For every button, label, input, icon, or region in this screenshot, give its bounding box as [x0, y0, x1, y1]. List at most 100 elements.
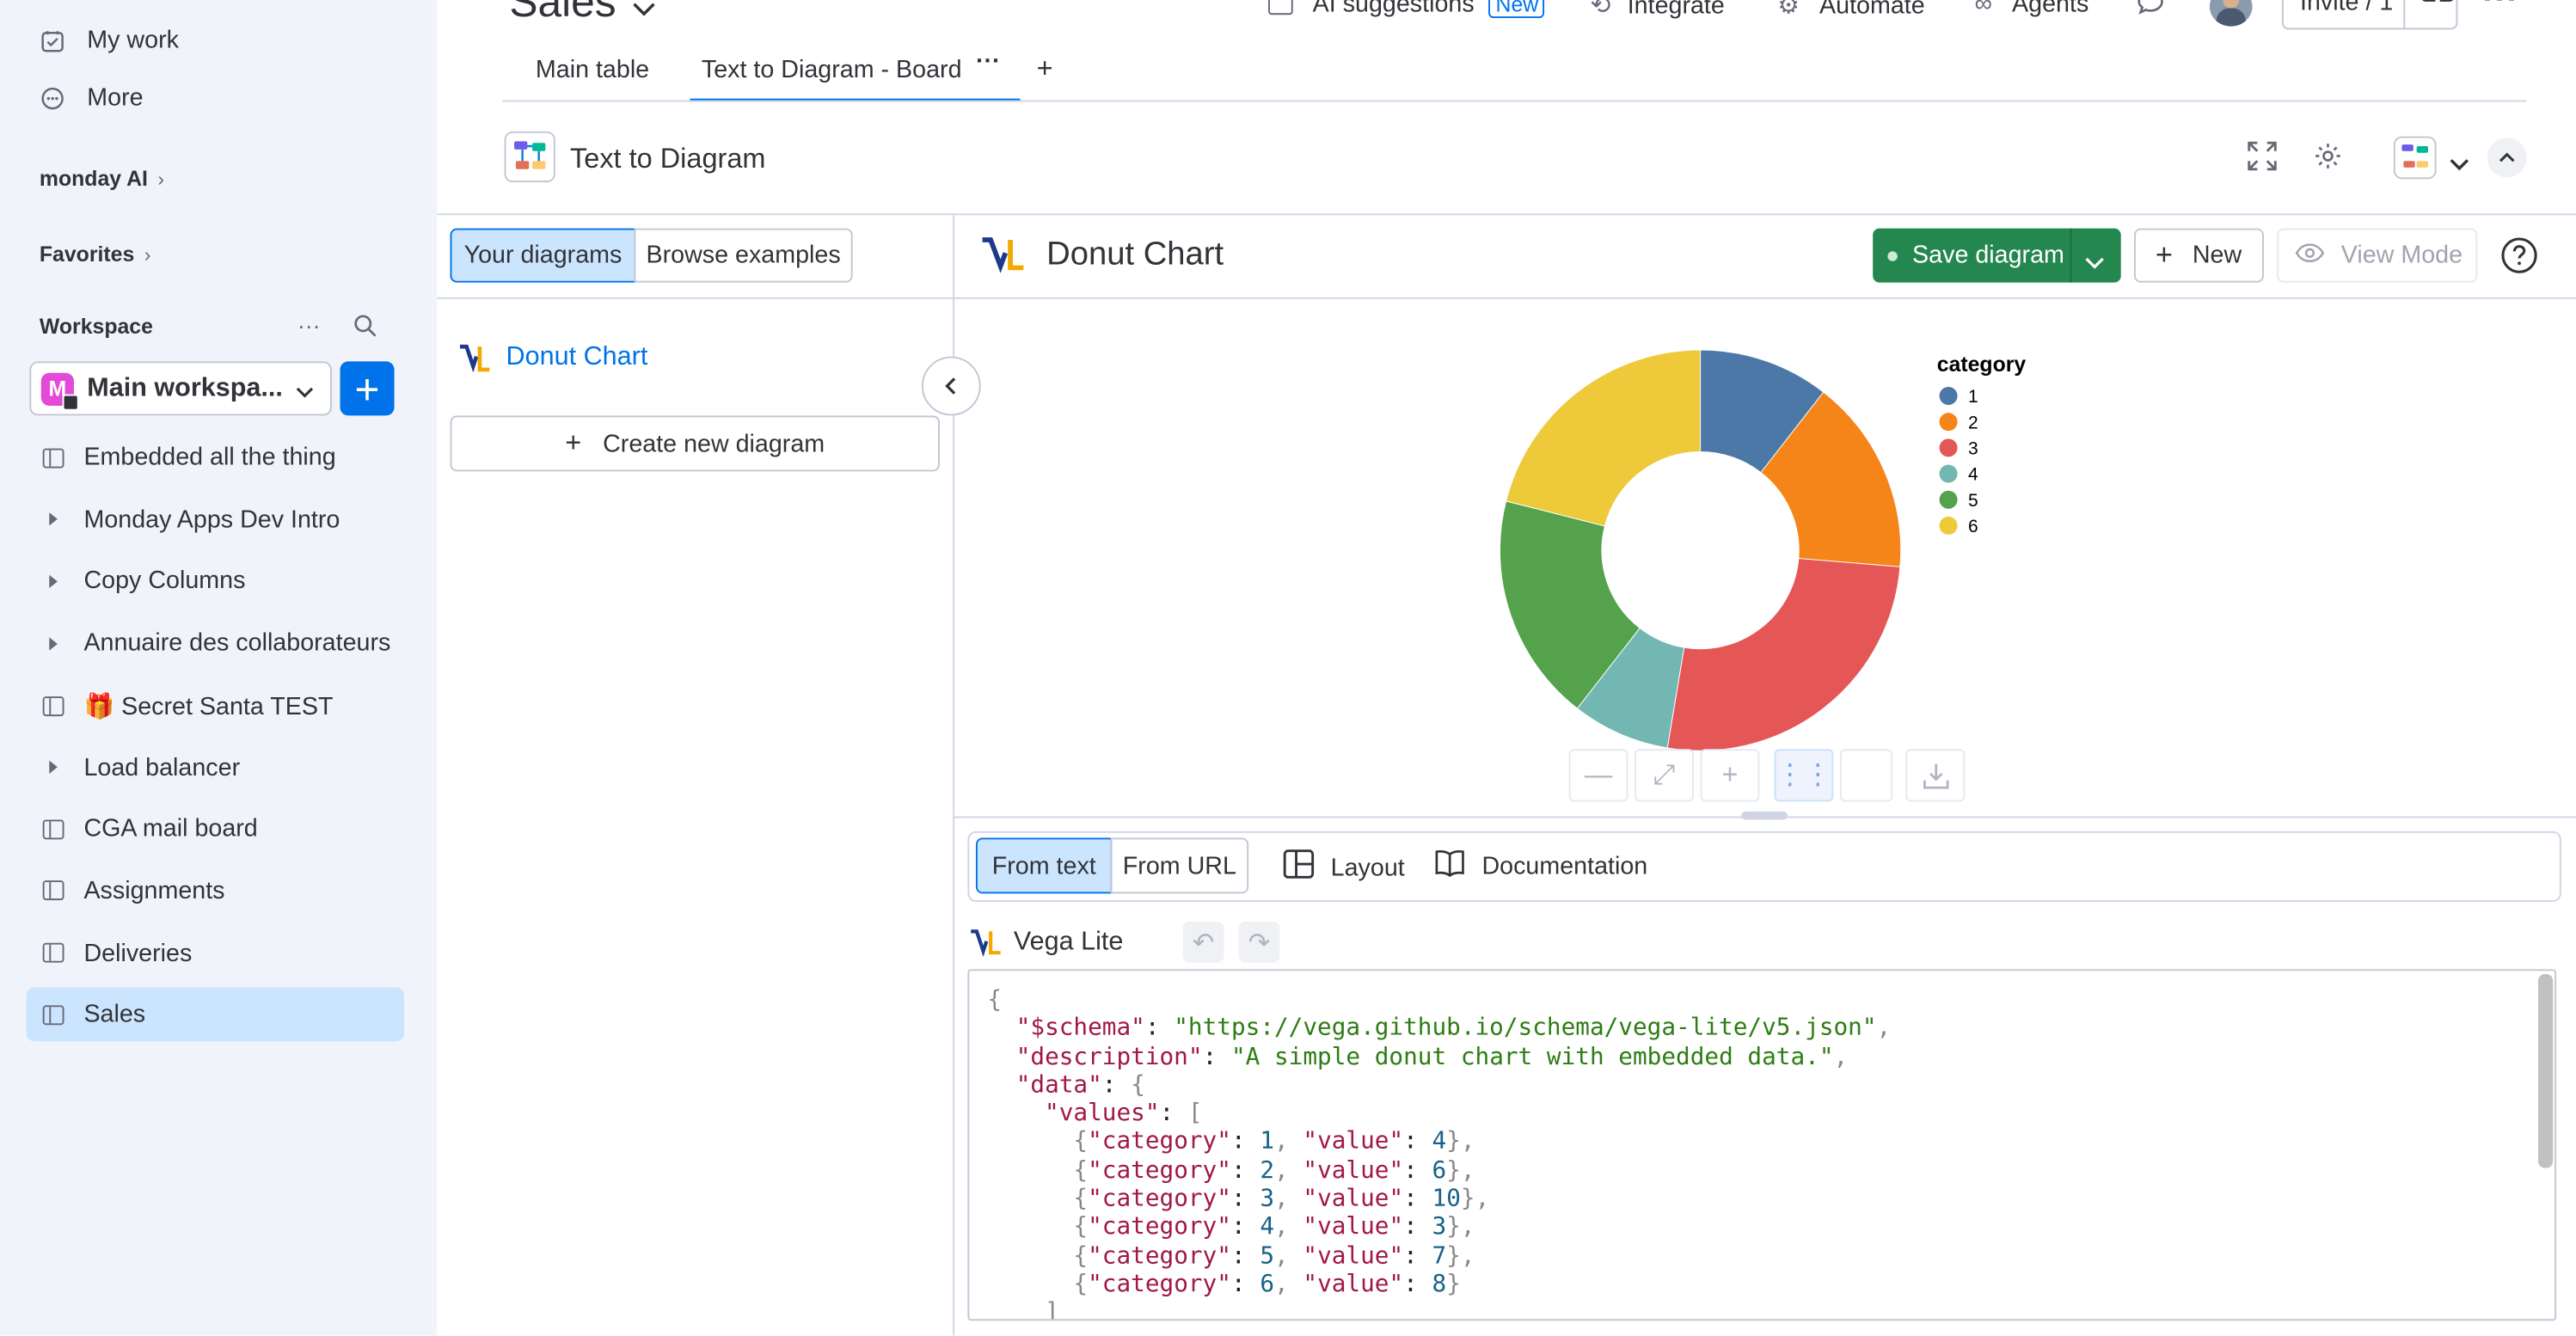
board-icon: [40, 696, 66, 716]
legend-label-1: 1: [1968, 387, 1978, 407]
sidebar-item-label: 🎁 Secret Santa TEST: [83, 692, 334, 721]
diagram-list-item-label: Donut Chart: [506, 343, 648, 371]
view-mode-button[interactable]: View Mode: [2277, 228, 2478, 283]
search-icon[interactable]: [353, 314, 378, 346]
add-item-button[interactable]: +: [340, 361, 395, 416]
help-icon[interactable]: [2500, 236, 2538, 282]
sidebar-item-sales[interactable]: Sales: [40, 1001, 146, 1029]
tab-your-diagrams[interactable]: Your diagrams: [450, 228, 636, 283]
tab-from-text[interactable]: From text: [975, 837, 1113, 894]
undo-button[interactable]: ↶: [1182, 921, 1224, 963]
legend-label-3: 3: [1968, 438, 1978, 458]
app-switcher-icon[interactable]: [2393, 136, 2437, 180]
tab-label: From URL: [1122, 851, 1236, 880]
sidebar-item-monday-apps-dev-intro[interactable]: Monday Apps Dev Intro: [40, 506, 340, 533]
sidebar-item-label: CGA mail board: [83, 815, 258, 843]
save-diagram-button[interactable]: Save diagram: [1873, 228, 2121, 283]
blank-tool-button[interactable]: [1839, 749, 1893, 802]
sidebar-item-label: Sales: [83, 1001, 146, 1029]
new-diagram-button[interactable]: + New: [2133, 228, 2264, 283]
tab-text-to-diagram[interactable]: Text to Diagram - Board: [702, 56, 962, 83]
sidebar: My work More monday AI › Favorites › Works…: [0, 0, 438, 1336]
language-label: Vega Lite: [1013, 928, 1124, 957]
integrate-icon: ⟲: [1590, 0, 1611, 20]
ai-suggestions-button[interactable]: AI suggestions New: [1268, 0, 1545, 18]
sidebar-item-secret-santa-test[interactable]: 🎁 Secret Santa TEST: [40, 691, 334, 721]
plus-icon: +: [1721, 758, 1739, 791]
legend-title: category: [1937, 353, 2027, 377]
chevron-down-icon[interactable]: [2085, 248, 2105, 276]
tab-options-icon[interactable]: ···: [976, 47, 1001, 75]
add-view-icon[interactable]: +: [1037, 52, 1053, 85]
sidebar-item-load-balancer[interactable]: Load balancer: [40, 753, 240, 781]
zoom-in-button[interactable]: +: [1700, 749, 1760, 802]
code-editor[interactable]: { "$schema": "https://vega.github.io/sch…: [967, 969, 2557, 1321]
chevron-down-icon[interactable]: [2450, 150, 2469, 179]
code-content[interactable]: { "$schema": "https://vega.github.io/sch…: [987, 987, 1891, 1319]
integrate-button[interactable]: ⟲ Integrate: [1591, 0, 1725, 20]
download-icon: [1923, 763, 1948, 788]
legend-label-2: 2: [1968, 413, 1978, 432]
documentation-button[interactable]: Documentation: [1434, 849, 1647, 884]
zoom-out-button[interactable]: —: [1568, 749, 1628, 802]
more-circle-icon: [40, 86, 66, 109]
pan-button[interactable]: ⋮⋮: [1774, 749, 1834, 802]
layout-button[interactable]: Layout: [1283, 849, 1405, 886]
new-badge: New: [1488, 0, 1545, 18]
avatar[interactable]: [2209, 0, 2253, 27]
settings-gear-icon[interactable]: [2313, 141, 2342, 179]
sidebar-item-my-work[interactable]: My work: [40, 27, 179, 54]
download-button[interactable]: [1905, 749, 1966, 802]
agents-button[interactable]: ∞ Agents: [1975, 0, 2089, 18]
create-new-diagram-button[interactable]: + Create new diagram: [450, 415, 940, 472]
workspace-avatar: M: [40, 371, 79, 410]
board-icon: [1268, 0, 1293, 15]
vega-lite-logo-icon: [981, 235, 1027, 282]
chart-area: category 1 2 3 4 5 6: [954, 299, 2576, 817]
board-icon: [40, 447, 66, 468]
automate-label: Automate: [1819, 0, 1925, 19]
tab-label: Browse examples: [646, 241, 841, 270]
sidebar-item-label: Copy Columns: [83, 567, 246, 596]
expand-icon: ⤢: [1653, 758, 1676, 791]
redo-button[interactable]: ↷: [1238, 921, 1280, 963]
tab-label: Text to Diagram - Board: [701, 55, 962, 84]
link-icon[interactable]: ⊂⊃: [2419, 0, 2457, 9]
sidebar-item-label: Annuaire des collaborateurs: [83, 628, 391, 658]
resize-handle[interactable]: [1741, 811, 1788, 820]
more-options-icon[interactable]: ···: [2482, 0, 2518, 20]
monday-ai-heading[interactable]: monday AI ›: [40, 166, 164, 191]
board-title[interactable]: Sales: [509, 0, 655, 28]
chat-icon[interactable]: [2136, 0, 2165, 25]
favorites-heading[interactable]: Favorites ›: [40, 242, 151, 267]
sidebar-item-copy-columns[interactable]: Copy Columns: [40, 567, 246, 595]
sidebar-item-deliveries[interactable]: Deliveries: [40, 939, 192, 967]
caret-right-icon: [40, 574, 66, 588]
legend-swatch-4: [1939, 464, 1958, 483]
tab-from-url[interactable]: From URL: [1110, 837, 1249, 894]
diagram-list-panel: [437, 215, 955, 1336]
fit-button[interactable]: ⤢: [1635, 749, 1694, 802]
home-icon: [62, 393, 79, 410]
tab-browse-examples[interactable]: Browse examples: [634, 228, 853, 283]
workspace-more-icon[interactable]: ···: [297, 312, 321, 339]
sidebar-item-more[interactable]: More: [40, 83, 144, 112]
invite-button[interactable]: Invite / 1 ⊂⊃: [2281, 0, 2458, 30]
new-label: New: [2192, 241, 2242, 270]
collapse-header-button[interactable]: [2487, 138, 2527, 178]
sidebar-item-assignments[interactable]: Assignments: [40, 877, 225, 905]
agents-icon: ∞: [1974, 0, 1993, 19]
sidebar-item-cga-mail-board[interactable]: CGA mail board: [40, 815, 258, 843]
legend-swatch-2: [1939, 413, 1958, 432]
legend-swatch-3: [1939, 438, 1958, 457]
code-scrollbar[interactable]: [2538, 974, 2554, 1168]
diagram-list-item[interactable]: Donut Chart: [458, 341, 647, 374]
tab-main-table[interactable]: Main table: [536, 56, 649, 83]
automate-button[interactable]: ⚙ Automate: [1777, 0, 1924, 20]
fullscreen-icon[interactable]: [2248, 141, 2277, 179]
sidebar-item-embedded-all-the-thing[interactable]: Embedded all the thing: [40, 444, 336, 471]
legend-label-5: 5: [1968, 491, 1978, 511]
unsaved-dot-icon: [1887, 250, 1898, 260]
workspace-selector[interactable]: M Main workspa...: [29, 361, 332, 416]
sidebar-item-annuaire-des-collaborateurs[interactable]: Annuaire des collaborateurs: [40, 628, 391, 658]
